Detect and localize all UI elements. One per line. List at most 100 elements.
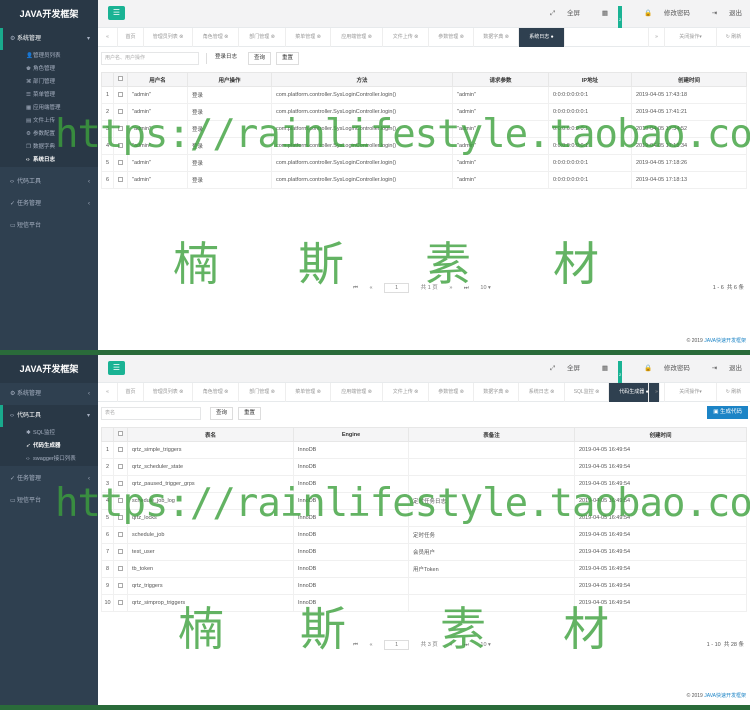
- notifications-button[interactable]: ▦2: [592, 6, 623, 34]
- menu-platform[interactable]: ▭短信平台: [0, 215, 98, 237]
- row-checkbox[interactable]: [118, 480, 123, 486]
- menu-item-syslog[interactable]: ‹› 系统日志: [0, 154, 98, 167]
- menu-item-swagger[interactable]: ‹› swagger接口列表: [0, 453, 98, 466]
- refresh-button[interactable]: ↻ 刷新: [716, 383, 750, 402]
- change-password-button[interactable]: 🔒 修改密码: [634, 10, 690, 17]
- menu-item-menu[interactable]: ☰ 菜单管理: [0, 89, 98, 102]
- menu-item-app[interactable]: ▦ 应用端管理: [0, 102, 98, 115]
- row-checkbox[interactable]: [118, 142, 123, 148]
- first-page-button[interactable]: ⏮: [353, 285, 358, 291]
- reset-button[interactable]: 重置: [238, 407, 262, 420]
- logout-button[interactable]: ⇥ 退出: [702, 365, 742, 372]
- row-checkbox[interactable]: [118, 582, 123, 588]
- tab-sql-monitor[interactable]: SQL监控 ⊗: [565, 383, 609, 402]
- menu-toggle-button[interactable]: ☰: [108, 361, 125, 375]
- tabs-scroll-left-button[interactable]: «: [98, 28, 118, 47]
- table-row[interactable]: 2 qrtz_scheduler_state InnoDB 2019-04-05 16…: [101, 458, 747, 476]
- fullscreen-button[interactable]: ⤢ 全屏: [540, 365, 580, 372]
- tab-params[interactable]: 参数管理 ⊗: [429, 383, 474, 402]
- row-checkbox[interactable]: [118, 91, 123, 97]
- row-checkbox[interactable]: [118, 599, 123, 605]
- tab-upload[interactable]: 文件上传 ⊗: [383, 28, 429, 47]
- row-checkbox[interactable]: [118, 497, 123, 503]
- table-row[interactable]: 3 qrtz_paused_trigger_grps InnoDB 2019-04-0…: [101, 475, 747, 493]
- next-page-button[interactable]: »: [449, 642, 452, 648]
- table-row[interactable]: 5 qrtz_locks InnoDB 2019-04-05 16:49:54: [101, 509, 747, 527]
- row-checkbox[interactable]: [118, 108, 123, 114]
- logout-button[interactable]: ⇥ 退出: [702, 10, 742, 17]
- table-row[interactable]: 5 "admin" 登录 com.platform.controller.SysLog…: [101, 154, 747, 172]
- menu-code-tools[interactable]: ‹› 代码工具 ▾: [0, 405, 98, 427]
- table-name-input[interactable]: 表名: [101, 407, 201, 420]
- col-created[interactable]: 创建时间: [631, 72, 747, 87]
- table-row[interactable]: 3 "admin" 登录 com.platform.controller.SysLog…: [101, 120, 747, 138]
- menu-system[interactable]: ⚙ 系统管理 ‹: [0, 383, 98, 405]
- col-table-name[interactable]: 表名: [127, 427, 294, 442]
- tab-syslog[interactable]: 系统日志 ⊗: [519, 383, 565, 402]
- last-page-button[interactable]: ⏭: [464, 285, 469, 291]
- table-row[interactable]: 7 test_user InnoDB 会员用户 2019-04-05 16:49:54: [101, 543, 747, 561]
- tab-app[interactable]: 应用端管理 ⊗: [331, 28, 383, 47]
- tab-role[interactable]: 角色管理 ⊗: [193, 28, 239, 47]
- table-row[interactable]: 4 schedule_job_log InnoDB 定时任务日志 2019-04-05 …: [101, 492, 747, 510]
- reset-button[interactable]: 重置: [276, 52, 300, 65]
- row-checkbox[interactable]: [118, 514, 123, 520]
- row-checkbox[interactable]: [118, 125, 123, 131]
- col-params[interactable]: 请求参数: [452, 72, 549, 87]
- query-button[interactable]: 查询: [210, 407, 234, 420]
- col-method[interactable]: 方法: [271, 72, 453, 87]
- page-number-input[interactable]: 1: [384, 640, 410, 650]
- prev-page-button[interactable]: «: [369, 642, 372, 648]
- close-operations-dropdown[interactable]: 关闭操作▾: [664, 28, 716, 47]
- tabs-scroll-right-button[interactable]: »: [648, 383, 664, 402]
- table-row[interactable]: 4 "admin" 登录 com.platform.controller.SysLog…: [101, 137, 747, 155]
- footer-link[interactable]: JAVA快速开发框架: [704, 693, 746, 699]
- table-row[interactable]: 6 schedule_job InnoDB 定时任务 2019-04-05 16:49:…: [101, 526, 747, 544]
- last-page-button[interactable]: ⏭: [464, 642, 469, 648]
- table-row[interactable]: 10 qrtz_simprop_triggers InnoDB 2019-04-05 …: [101, 594, 747, 612]
- tab-admin-list[interactable]: 管理员列表 ⊗: [144, 28, 193, 47]
- col-ip[interactable]: IP地址: [548, 72, 632, 87]
- tab-syslog[interactable]: 系统日志 ●: [519, 28, 565, 47]
- col-operation[interactable]: 用户操作: [187, 72, 272, 87]
- first-page-button[interactable]: ⏮: [353, 642, 358, 648]
- tab-menu[interactable]: 菜单管理 ⊗: [286, 383, 331, 402]
- tabs-scroll-right-button[interactable]: »: [648, 28, 664, 47]
- tab-upload[interactable]: 文件上传 ⊗: [383, 383, 429, 402]
- tab-admin-list[interactable]: 管理员列表 ⊗: [144, 383, 193, 402]
- tab-params[interactable]: 参数管理 ⊗: [429, 28, 474, 47]
- query-button[interactable]: 查询: [248, 52, 272, 65]
- footer-link[interactable]: JAVA快速开发框架: [704, 338, 746, 344]
- tabs-scroll-left-button[interactable]: «: [98, 383, 118, 402]
- change-password-button[interactable]: 🔒 修改密码: [634, 365, 690, 372]
- menu-code-tools[interactable]: ‹› 代码工具 ‹: [0, 171, 98, 193]
- select-all-checkbox[interactable]: [118, 76, 123, 81]
- page-number-input[interactable]: 1: [384, 283, 410, 293]
- row-checkbox[interactable]: [118, 463, 123, 469]
- notifications-button[interactable]: ▦2: [592, 361, 623, 389]
- menu-item-upload[interactable]: ▤ 文件上传: [0, 115, 98, 128]
- menu-item-admin-list[interactable]: 👤管理员列表: [0, 50, 98, 63]
- table-row[interactable]: 6 "admin" 登录 com.platform.controller.SysLog…: [101, 171, 747, 189]
- tab-dept[interactable]: 部门管理 ⊗: [239, 28, 286, 47]
- col-username[interactable]: 用户名: [127, 72, 188, 87]
- tab-app[interactable]: 应用端管理 ⊗: [331, 383, 383, 402]
- row-checkbox[interactable]: [118, 446, 123, 452]
- generate-code-button[interactable]: ▣ 生成代码: [707, 406, 748, 419]
- menu-toggle-button[interactable]: ☰: [108, 6, 125, 20]
- menu-item-dept[interactable]: ⌘ 部门管理: [0, 76, 98, 89]
- row-checkbox[interactable]: [118, 176, 123, 182]
- table-row[interactable]: 9 qrtz_triggers InnoDB 2019-04-05 16:49:54: [101, 577, 747, 595]
- menu-item-dict[interactable]: ❐ 数据字典: [0, 141, 98, 154]
- tab-menu[interactable]: 菜单管理 ⊗: [286, 28, 331, 47]
- menu-task[interactable]: ✓ 任务管理 ‹: [0, 193, 98, 215]
- menu-task[interactable]: ✓ 任务管理 ‹: [0, 468, 98, 490]
- prev-page-button[interactable]: «: [369, 285, 372, 291]
- row-checkbox[interactable]: [118, 159, 123, 165]
- close-operations-dropdown[interactable]: 关闭操作▾: [664, 383, 716, 402]
- menu-item-code-generator[interactable]: ➶ 代码生成器: [0, 440, 98, 453]
- row-checkbox[interactable]: [118, 548, 123, 554]
- table-row[interactable]: 1 "admin" 登录 com.platform.controller.SysLog…: [101, 86, 747, 104]
- menu-item-role[interactable]: ♚ 角色管理: [0, 63, 98, 76]
- table-row[interactable]: 2 "admin" 登录 com.platform.controller.SysLog…: [101, 103, 747, 121]
